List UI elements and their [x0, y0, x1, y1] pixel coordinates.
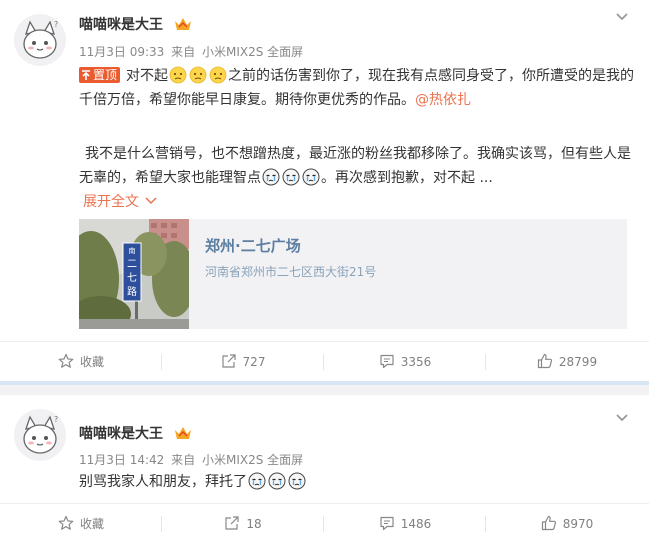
- star-icon: [58, 353, 74, 368]
- text-segment-1: 别骂我家人和朋友，拜托了: [79, 474, 247, 490]
- post-device[interactable]: 小米MIX2S 全面屏: [202, 453, 303, 467]
- repost-count: 727: [242, 355, 266, 369]
- author-name[interactable]: 喵喵咪是大王: [79, 423, 192, 443]
- post-text: 置顶 对不起 之前的话伤害到你了，现在我有点感同身受了，你所遭受的是我的千倍万倍，希…: [79, 64, 635, 112]
- pinned-badge: 置顶: [79, 67, 121, 83]
- thumbs-up-icon: [537, 353, 552, 369]
- comment-button[interactable]: 3356: [324, 342, 486, 382]
- user-avatar[interactable]: ?: [14, 14, 66, 66]
- crown-badge-icon: [174, 18, 191, 30]
- sad-face-emoji: [169, 66, 187, 84]
- crown-badge-icon: [174, 427, 191, 439]
- location-title[interactable]: 郑州·二七广场: [205, 235, 301, 256]
- sign-char-2: 二: [127, 259, 137, 270]
- pinned-label: 置顶: [93, 68, 118, 82]
- text-segment-4: 。再次感到抱歉，对不起 ...: [321, 170, 493, 186]
- like-button[interactable]: 8970: [486, 504, 648, 541]
- favorite-label: 收藏: [79, 355, 104, 369]
- post-text-paragraph-2: 我不是什么营销号，也不想蹭热度，最近涨的粉丝我都移除了。我确实该骂，但有些人是无…: [79, 142, 635, 190]
- user-avatar[interactable]: ?: [14, 409, 66, 461]
- location-photo[interactable]: 南 二 七 路: [79, 219, 189, 329]
- crying-face-emoji: [282, 168, 300, 186]
- action-bar: 收藏 18 1486 8970: [0, 503, 649, 541]
- post-device[interactable]: 小米MIX2S 全面屏: [202, 45, 303, 59]
- star-icon: [58, 515, 74, 530]
- sad-face-emoji: [189, 66, 207, 84]
- favorite-button[interactable]: 收藏: [0, 504, 162, 541]
- weibo-post-1: ? 喵喵咪是大王 11月3日 09:33 来自 小米MIX2S 全面屏 置顶 对不…: [0, 0, 649, 381]
- pin-icon: [82, 70, 90, 80]
- svg-text:?: ?: [54, 415, 58, 424]
- like-count: 28799: [558, 355, 598, 369]
- cat-avatar-icon: ?: [23, 415, 58, 454]
- comment-icon: [380, 354, 394, 369]
- sign-char-3: 七: [127, 272, 137, 284]
- repost-icon: [225, 516, 239, 530]
- location-address: 河南省郑州市二七区西大街21号: [205, 265, 377, 279]
- weibo-post-2: ? 喵喵咪是大王 11月3日 14:42 来自 小米MIX2S 全面屏 别骂我家…: [0, 395, 649, 541]
- crying-face-emoji: [302, 168, 320, 186]
- like-count: 8970: [562, 517, 594, 531]
- author-name-text[interactable]: 喵喵咪是大王: [79, 17, 163, 33]
- comment-button[interactable]: 1486: [324, 504, 486, 541]
- post-date[interactable]: 11月3日 14:42: [79, 453, 164, 467]
- post-separator-accent: [0, 381, 649, 385]
- sad-face-emoji: [209, 66, 227, 84]
- post-text: 别骂我家人和朋友，拜托了: [79, 470, 635, 494]
- crying-face-emoji: [248, 472, 266, 490]
- like-button[interactable]: 28799: [486, 342, 648, 382]
- author-name[interactable]: 喵喵咪是大王: [79, 14, 192, 34]
- svg-text:?: ?: [54, 20, 58, 29]
- text-segment-1: 对不起: [126, 68, 169, 84]
- repost-button[interactable]: 18: [162, 504, 324, 541]
- expand-full-text-link[interactable]: 展开全文: [83, 191, 157, 211]
- sign-char-1: 南: [129, 246, 136, 255]
- comment-count: 1486: [400, 517, 432, 531]
- comment-icon: [380, 516, 394, 531]
- author-name-text[interactable]: 喵喵咪是大王: [79, 426, 163, 442]
- crying-face-emoji: [262, 168, 280, 186]
- expand-label[interactable]: 展开全文: [83, 194, 139, 210]
- favorite-label: 收藏: [79, 517, 104, 531]
- post-source-prefix: 来自: [171, 45, 196, 59]
- cat-avatar-icon: ?: [23, 20, 58, 59]
- action-bar: 收藏 727 3356 28799: [0, 341, 649, 381]
- crying-face-emoji: [268, 472, 286, 490]
- post-date[interactable]: 11月3日 09:33: [79, 45, 164, 59]
- chevron-down-icon[interactable]: [615, 413, 629, 423]
- repost-icon: [221, 354, 236, 368]
- chevron-down-icon[interactable]: [615, 12, 629, 22]
- sign-char-4: 路: [127, 285, 137, 298]
- location-photo-image: 南 二 七 路: [79, 219, 189, 329]
- thumbs-up-icon: [541, 515, 556, 531]
- comment-count: 3356: [400, 355, 432, 369]
- favorite-button[interactable]: 收藏: [0, 342, 162, 382]
- repost-button[interactable]: 727: [162, 342, 324, 382]
- post-meta: 11月3日 14:42 来自 小米MIX2S 全面屏: [79, 451, 306, 468]
- repost-count: 18: [246, 517, 262, 531]
- chevron-down-icon: [145, 197, 157, 205]
- post-meta: 11月3日 09:33 来自 小米MIX2S 全面屏: [79, 43, 306, 60]
- location-card[interactable]: 南 二 七 路 郑州·二七广场 河南省郑州市二七区西大街21号: [79, 219, 627, 329]
- mention-link[interactable]: @热依扎: [415, 92, 471, 108]
- post-source-prefix: 来自: [171, 453, 196, 467]
- crying-face-emoji: [288, 472, 306, 490]
